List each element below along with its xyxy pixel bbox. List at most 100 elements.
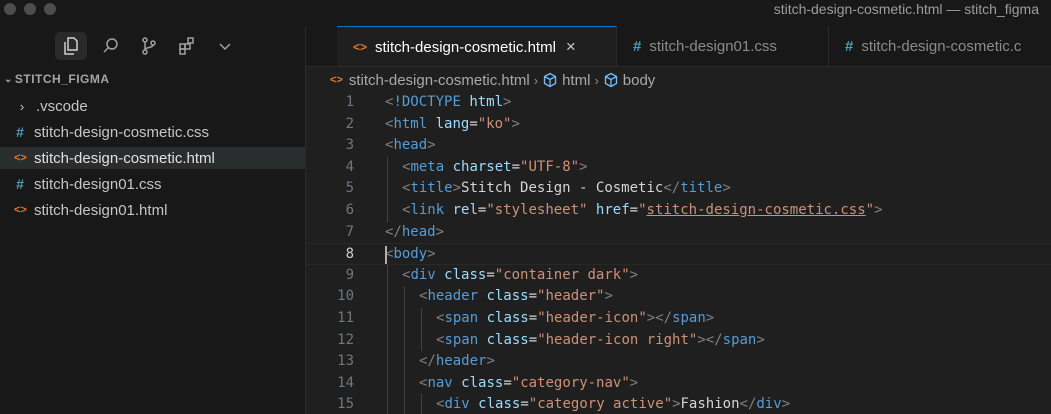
code-token: > <box>781 396 791 413</box>
code-text: <title>Stitch Design - Cosmetic</title> <box>402 178 731 200</box>
code-line[interactable]: 8 <body> <box>306 243 1051 265</box>
line-number: 6 <box>345 202 354 218</box>
line-number: 12 <box>337 331 354 348</box>
line-number: 2 <box>345 115 354 132</box>
code-token: > <box>629 374 639 391</box>
indent-guide <box>387 178 388 200</box>
code-line[interactable]: 15 <div class="category active">Fashion</… <box>306 394 1051 414</box>
code-line[interactable]: 2 <html lang="ko"> <box>306 114 1051 136</box>
explorer-section-header[interactable]: ⌄ STITCH_FIGMA <box>4 72 110 86</box>
search-icon[interactable] <box>95 32 127 60</box>
code-line[interactable]: 3 <head> <box>306 135 1051 157</box>
tree-item-html-file-selected[interactable]: <> stitch-design-cosmetic.html <box>0 147 305 169</box>
code-token: > <box>756 331 765 348</box>
code-token: div <box>410 266 436 283</box>
tree-item-css-file[interactable]: # stitch-design01.css <box>0 173 305 195</box>
indent-guide <box>387 394 388 414</box>
breadcrumb-file[interactable]: stitch-design-cosmetic.html <box>349 72 530 89</box>
breadcrumb-body[interactable]: body <box>623 72 656 89</box>
code-text: </head> <box>385 222 444 244</box>
tab-stitch-design-cosmetic-css[interactable]: # stitch-design-cosmetic.c <box>829 26 1051 66</box>
tree-item-vscode-folder[interactable]: › .vscode <box>0 95 305 117</box>
tab-label: stitch-design-cosmetic.c <box>861 38 1022 55</box>
code-token: link <box>410 202 445 218</box>
minimize-window-button[interactable] <box>24 3 36 15</box>
title-bar: stitch-design-cosmetic.html — stitch_fig… <box>0 0 1051 26</box>
code-line[interactable]: 13 </header> <box>306 351 1051 373</box>
tree-item-label: .vscode <box>36 97 88 115</box>
tree-item-css-file[interactable]: # stitch-design-cosmetic.css <box>0 121 305 143</box>
code-line[interactable]: 11 <span class="header-icon"></span> <box>306 308 1051 330</box>
close-window-button[interactable] <box>4 3 16 15</box>
code-token: ></ <box>646 310 673 326</box>
line-number: 7 <box>345 223 354 240</box>
code-line[interactable]: 9 <div class="container dark"> <box>306 264 1051 287</box>
code-token: title <box>680 180 723 197</box>
code-text: <div class="container dark"> <box>402 265 638 287</box>
html-file-icon: <> <box>14 152 27 164</box>
code-token: > <box>629 266 639 283</box>
code-token: = <box>528 288 538 305</box>
code-token: " <box>865 202 875 218</box>
code-token: class <box>486 288 529 305</box>
code-line[interactable]: 1 <!DOCTYPE html> <box>306 92 1051 114</box>
code-token: div <box>756 396 782 413</box>
extensions-icon[interactable] <box>171 32 203 60</box>
line-number: 4 <box>345 158 354 175</box>
code-token: > <box>511 115 520 132</box>
code-line[interactable]: 7 </head> <box>306 222 1051 244</box>
code-token: </ <box>739 396 757 413</box>
maximize-window-button[interactable] <box>44 3 56 15</box>
code-token: "stylesheet" <box>486 202 588 218</box>
code-line[interactable]: 4 <meta charset="UTF-8"> <box>306 156 1051 179</box>
css-file-icon: # <box>16 124 24 140</box>
code-token: "header-icon right" <box>537 331 698 348</box>
vscode-window: stitch-design-cosmetic.html — stitch_fig… <box>0 0 1051 414</box>
indent-guide <box>387 200 388 222</box>
code-line[interactable]: 10 <header class="header"> <box>306 286 1051 308</box>
tab-stitch-design01-css[interactable]: # stitch-design01.css <box>617 26 829 66</box>
breadcrumb-html[interactable]: html <box>562 72 590 89</box>
code-token: > <box>427 246 436 263</box>
code-token: > <box>486 353 495 370</box>
code-token: span <box>444 310 479 326</box>
code-text: <span class="header-icon right"></span> <box>436 330 765 352</box>
code-token: header <box>427 288 479 305</box>
code-line[interactable]: 5 <title>Stitch Design - Cosmetic</title> <box>306 178 1051 200</box>
cube-icon <box>603 72 619 88</box>
code-token: = <box>528 331 538 348</box>
line-number: 1 <box>345 94 354 110</box>
code-token: class <box>478 396 521 413</box>
explorer-icon[interactable] <box>55 32 87 60</box>
tab-label: stitch-design-cosmetic.html <box>375 38 556 56</box>
tree-item-html-file[interactable]: <> stitch-design01.html <box>0 199 305 221</box>
close-icon[interactable]: × <box>566 37 576 57</box>
line-number: 8 <box>345 246 354 263</box>
tab-stitch-design-cosmetic-html[interactable]: <> stitch-design-cosmetic.html × <box>337 26 617 66</box>
indent-guide <box>404 329 405 352</box>
code-line[interactable]: 14 <nav class="category-nav"> <box>306 372 1051 395</box>
chevron-down-icon[interactable] <box>209 32 241 60</box>
code-token: !DOCTYPE <box>393 94 461 110</box>
code-token: class <box>444 266 487 283</box>
indent-guide <box>404 308 405 330</box>
code-token: head <box>401 223 436 240</box>
source-control-icon[interactable] <box>133 32 165 60</box>
code-text: <head> <box>385 135 436 157</box>
code-token: > <box>427 137 436 154</box>
code-text: <!DOCTYPE html> <box>385 92 511 114</box>
code-token: "category-nav" <box>511 374 630 391</box>
code-editor[interactable]: 1 <!DOCTYPE html> 2 <html lang="ko"> 3 <head>… <box>306 91 1051 414</box>
editor-tab-bar: <> stitch-design-cosmetic.html × # stitc… <box>306 26 1051 67</box>
code-token: > <box>672 396 681 413</box>
code-token: html <box>469 94 504 110</box>
code-token: class <box>486 331 529 348</box>
code-token: class <box>461 374 504 391</box>
code-line[interactable]: 6 <link rel="stylesheet" href="stitch-des… <box>306 200 1051 222</box>
code-token: lang <box>435 115 470 132</box>
code-line[interactable]: 12 <span class="header-icon right"></span… <box>306 329 1051 352</box>
indent-guide <box>404 351 405 373</box>
